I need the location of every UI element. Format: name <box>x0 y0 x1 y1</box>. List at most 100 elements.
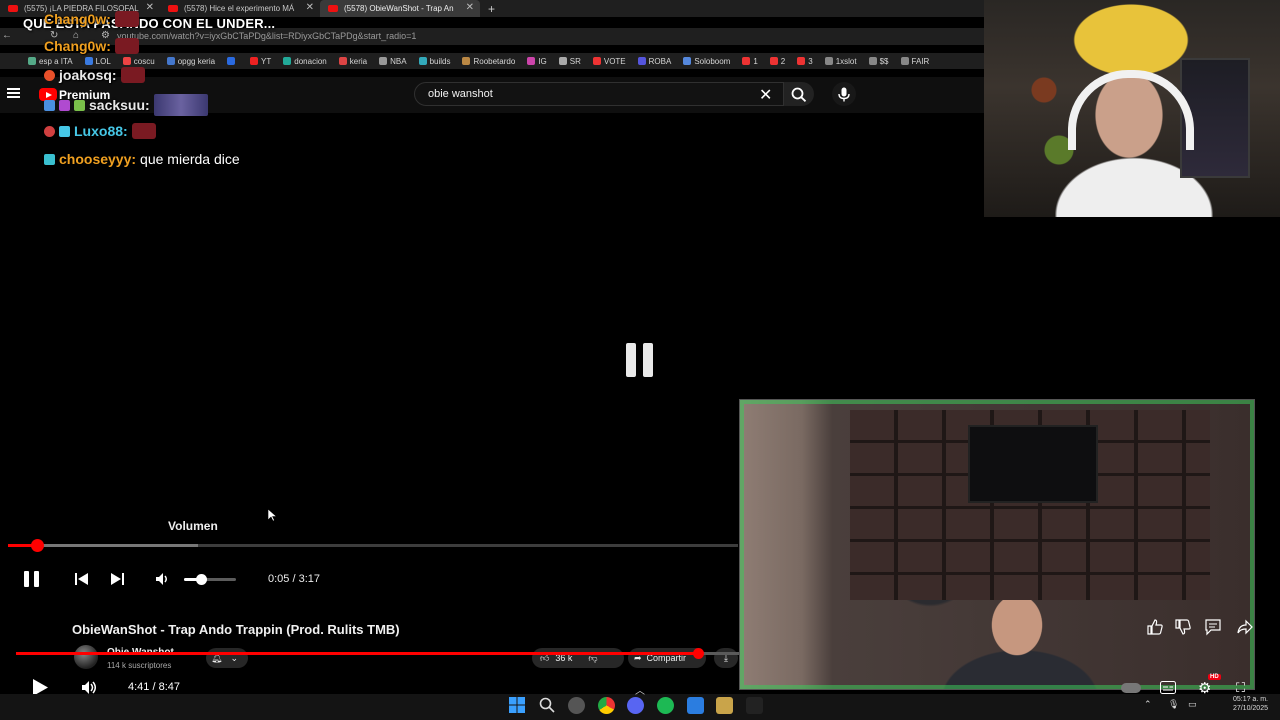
volume-slider[interactable] <box>184 574 236 585</box>
bookmark-label: opgg keria <box>177 56 216 66</box>
chat-emote-icon <box>153 94 208 116</box>
bookmark-label: builds <box>429 56 451 66</box>
bookmark-item[interactable]: 2 <box>769 56 786 66</box>
stream-progress-scrubber[interactable] <box>692 648 704 659</box>
bookmark-item[interactable]: donacion <box>283 57 327 66</box>
hamburger-menu-icon[interactable] <box>7 88 20 98</box>
autoplay-toggle[interactable] <box>1121 683 1141 693</box>
chat-badge-icon <box>44 125 55 137</box>
browser-tab-3-active[interactable]: (5578) ObieWanShot - Trap An ✕ <box>320 0 480 17</box>
chat-username: Chang0w: <box>44 11 111 27</box>
bookmark-item[interactable]: keria <box>338 57 367 66</box>
bookmark-favicon-icon <box>868 57 877 65</box>
bookmark-favicon-icon <box>122 57 131 65</box>
video-progress-bar[interactable] <box>8 539 738 552</box>
bookmark-item[interactable]: SR <box>558 57 581 66</box>
new-tab-button[interactable]: + <box>488 2 495 16</box>
pause-overlay-icon[interactable] <box>626 343 654 377</box>
bookmark-item[interactable]: 3 <box>797 57 813 66</box>
bookmark-label: 2 <box>780 56 786 66</box>
bookmark-item[interactable]: 1 <box>742 57 758 66</box>
thumbs-down-icon[interactable] <box>1174 618 1192 636</box>
hd-badge: HD <box>1208 674 1221 680</box>
windows-start-icon[interactable] <box>509 697 525 713</box>
spotify-icon[interactable] <box>657 697 674 714</box>
taskbar-clock[interactable]: 05:1? a. m. <box>1214 696 1268 703</box>
youtube-favicon-icon <box>168 5 178 12</box>
close-tab-icon[interactable]: ✕ <box>466 2 474 13</box>
close-tab-icon[interactable]: ✕ <box>306 2 314 13</box>
settings-app-icon[interactable] <box>568 697 585 714</box>
notification-bell-button[interactable]: 🔔︎ ⌄ <box>206 648 248 668</box>
progress-scrubber[interactable] <box>31 539 45 552</box>
search-button[interactable] <box>784 82 814 106</box>
taskbar-search-icon[interactable] <box>539 697 555 713</box>
notepad-icon[interactable] <box>687 697 704 714</box>
chat-username: chooseyyy: <box>59 151 137 167</box>
url-field[interactable]: youtube.com/watch?v=iyxGbCTaPDg&list=RDi… <box>117 31 416 41</box>
thumbs-up-icon[interactable] <box>1146 618 1164 636</box>
back-arrow-icon[interactable]: ← <box>2 30 12 41</box>
next-track-icon[interactable] <box>111 573 124 585</box>
stream-volume-icon[interactable] <box>82 681 98 694</box>
bookmark-item[interactable]: coscu <box>122 57 155 66</box>
bookmark-label: Roobetardo <box>473 56 516 66</box>
subscriber-count: 114 k suscriptores <box>107 661 172 670</box>
comment-icon[interactable] <box>1204 618 1222 636</box>
bookmark-label: FAIR <box>911 56 930 66</box>
app-icon[interactable] <box>746 697 763 714</box>
chat-emote-icon <box>120 67 145 83</box>
chrome-icon[interactable] <box>598 697 615 714</box>
bookmark-item[interactable]: Roobetardo <box>462 57 515 66</box>
bookmark-item[interactable]: 1xslot <box>824 56 857 66</box>
stream-time: 4:41 / 8:47 <box>128 681 180 693</box>
chat-text: que mierda dice <box>140 151 240 167</box>
tray-overflow-icon[interactable]: ⌃ <box>1144 699 1152 710</box>
download-button[interactable]: ⤓ <box>714 648 738 668</box>
voice-search-button[interactable] <box>832 82 856 106</box>
network-icon[interactable]: ▭ <box>1188 699 1197 710</box>
reaction-video-webcam <box>739 399 1255 690</box>
bookmark-item[interactable]: esp a ITA <box>28 57 73 66</box>
subtitles-icon[interactable] <box>1160 681 1176 694</box>
bookmark-favicon-icon <box>250 57 259 65</box>
taskbar-date[interactable]: 27/10/2025 <box>1214 705 1268 712</box>
bookmark-item[interactable] <box>227 57 238 65</box>
volume-icon[interactable] <box>156 573 170 585</box>
chevron-up-icon[interactable]: ︿ <box>635 682 645 697</box>
volume-knob[interactable] <box>195 574 207 585</box>
channel-avatar[interactable] <box>74 645 98 669</box>
bookmark-favicon-icon <box>558 57 567 65</box>
discord-icon[interactable] <box>627 697 644 714</box>
like-dislike-group: 👍︎ 36 k 👎︎ <box>532 648 624 668</box>
pause-button[interactable] <box>24 571 39 587</box>
bookmark-favicon-icon <box>683 57 692 65</box>
search-input-value[interactable]: obie wanshot <box>428 88 493 100</box>
bookmark-item[interactable]: IG <box>527 57 547 66</box>
bookmark-item[interactable]: YT <box>250 57 271 66</box>
bookmark-item[interactable]: $$ <box>868 57 889 66</box>
bookmark-item[interactable]: builds <box>418 56 451 66</box>
microphone-tray-icon[interactable]: 🎙︎ <box>1168 699 1179 710</box>
share-icon[interactable] <box>1236 618 1254 636</box>
chat-username: joakosq: <box>59 67 117 83</box>
chat-badge-icon <box>44 99 55 111</box>
clear-search-icon[interactable]: ✕ <box>759 85 772 105</box>
bookmark-item[interactable]: FAIR <box>900 56 930 66</box>
bookmark-label: LOL <box>95 56 111 66</box>
close-tab-icon[interactable]: ✕ <box>146 2 154 13</box>
bookmark-item[interactable]: LOL <box>84 56 111 66</box>
bookmark-label: 1xslot <box>835 56 857 66</box>
bookmark-item[interactable]: VOTE <box>592 56 626 66</box>
browser-tab-2[interactable]: (5578) Hice el experimento MÁ ✕ <box>160 0 320 17</box>
bookmark-item[interactable]: opgg keria <box>166 56 216 66</box>
previous-track-icon[interactable] <box>75 573 88 585</box>
bookmark-item[interactable]: ROBA <box>637 57 671 66</box>
bookmark-item[interactable]: Soloboom <box>683 57 730 66</box>
tab-label: (5578) ObieWanShot - Trap An <box>344 4 454 13</box>
league-client-icon[interactable] <box>716 697 733 714</box>
bookmark-item[interactable]: NBA <box>379 57 407 66</box>
volume-tooltip: Volumen <box>168 519 218 533</box>
bookmark-label: VOTE <box>603 56 626 66</box>
bookmark-favicon-icon <box>227 57 236 65</box>
